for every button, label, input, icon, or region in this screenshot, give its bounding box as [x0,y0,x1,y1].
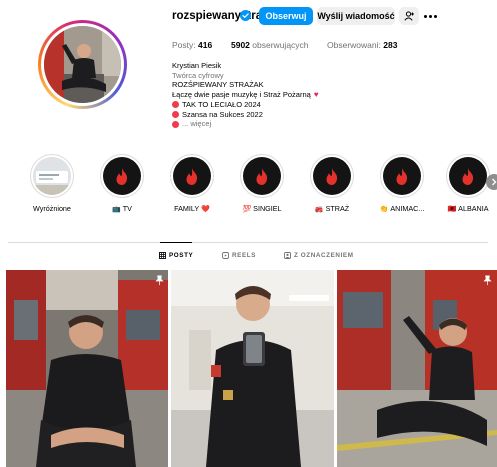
flame-icon [396,167,408,185]
highlight-item[interactable]: 📺 TV [92,154,152,213]
tab-tagged[interactable]: Z OZNACZENIEM [284,252,354,259]
flame-icon [186,167,198,185]
flame-icon [116,167,128,185]
bio-line: TAK TO LECIAŁO 2024 [172,100,319,110]
send-message-button[interactable]: Wyślij wiadomość [317,7,395,25]
bio-more-link[interactable]: ... więcej [172,119,319,129]
tab-reels[interactable]: REELS [222,252,256,259]
highlight-cover [243,157,281,195]
highlight-label: Wyróżnione [33,204,71,213]
highlight-item[interactable]: 👏 ANIMAC... [372,154,432,213]
highlight-label: 💯 SINGIEL [242,204,282,213]
avatar[interactable] [44,26,121,103]
posts-count: Posty: 416 [172,40,213,50]
highlight-cover [313,157,351,195]
following-count[interactable]: Obserwowani: 283 [327,40,397,50]
post-thumbnail[interactable] [6,270,168,467]
more-options-icon[interactable] [423,7,437,25]
bio-category: Twórca cyfrowy [172,70,224,80]
followers-count[interactable]: 5902 obserwujących [231,40,309,50]
highlight-label: 📺 TV [112,204,132,213]
bio-line: Szansa na Sukces 2022 [172,110,319,120]
follow-button[interactable]: Obserwuj [259,7,313,25]
post-image [171,270,334,467]
highlight-label: 🚒 STRAŻ [314,204,350,213]
highlights-next-button[interactable] [486,174,497,190]
flame-icon [462,167,474,185]
pinned-post-icon [155,275,164,286]
active-tab-indicator [160,242,192,243]
red-circle-emoji-icon [172,101,179,109]
bio-line: ROZŚPIEWANY STRAŻAK [172,80,264,90]
highlight-item[interactable]: 🚒 STRAŻ [302,154,362,213]
chevron-right-icon [492,178,497,186]
flame-icon [326,167,338,185]
grid-icon [159,252,166,259]
highlight-item[interactable]: FAMILY ❤️ [162,154,222,213]
highlight-cover [103,157,141,195]
bio-line: Łączę dwie pasje muzykę i Straż Pożarną ♥ [172,90,319,100]
flame-icon [256,167,268,185]
highlight-label: FAMILY ❤️ [174,204,210,213]
post-image [337,270,497,467]
post-image [6,270,168,467]
suggested-users-button[interactable] [399,7,419,25]
profile-avatar-ring[interactable] [38,20,127,109]
heart-emoji-icon: ♥ [313,90,319,100]
profile-bio: Krystian Piesik Twórca cyfrowy ROZŚPIEWA… [172,61,319,129]
reels-icon [222,252,229,259]
tagged-user-icon [284,252,291,259]
highlight-cover [383,157,421,195]
highlight-cover [33,157,71,195]
red-circle-emoji-icon [172,120,179,128]
bio-full-name: Krystian Piesik [172,61,222,70]
highlight-item[interactable]: 💯 SINGIEL [232,154,292,213]
verified-badge-icon [240,10,251,21]
highlight-label: 👏 ANIMAC... [379,204,425,213]
highlight-label: 🇦🇱 ALBANIA [447,204,489,213]
tabs-divider [8,242,488,243]
highlight-cover [449,157,487,195]
red-circle-emoji-icon [172,110,179,118]
pinned-post-icon [483,275,492,286]
add-person-icon [403,11,414,21]
post-thumbnail[interactable] [171,270,334,467]
highlight-cover [173,157,211,195]
highlight-item[interactable]: Wyróżnione [22,154,82,213]
post-thumbnail[interactable] [337,270,497,467]
tab-posts[interactable]: POSTY [159,252,193,259]
